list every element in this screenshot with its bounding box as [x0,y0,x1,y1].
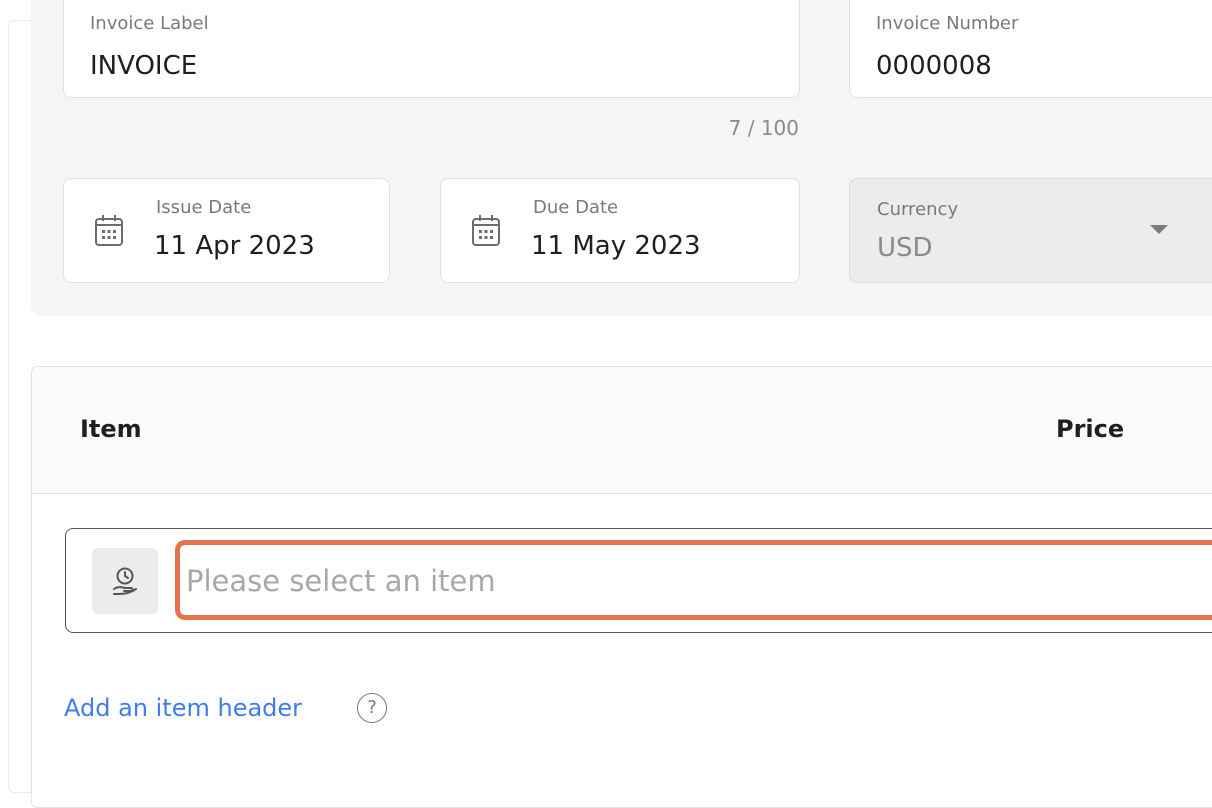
invoice-number-field[interactable]: Invoice Number 0000008 [849,0,1212,98]
issue-date-value: 11 Apr 2023 [154,231,315,261]
column-header-price: Price [1056,415,1125,443]
invoice-number-caption: Invoice Number [876,13,1019,34]
issue-date-caption: Issue Date [156,197,252,218]
calendar-icon [472,215,500,246]
due-date-field[interactable]: Due Date 11 May 2023 [440,178,800,283]
due-date-value: 11 May 2023 [531,231,701,261]
item-hand-icon [113,567,137,596]
issue-date-field[interactable]: Issue Date 11 Apr 2023 [63,178,390,283]
currency-caption: Currency [877,199,959,220]
invoice-label-field[interactable]: Invoice Label INVOICE [63,0,800,98]
item-icon-button[interactable] [92,548,158,614]
currency-select[interactable]: Currency USD [849,178,1212,283]
column-header-item: Item [80,415,142,443]
chevron-down-icon[interactable] [1150,225,1168,234]
items-table-header: Item Price [32,367,1212,494]
due-date-caption: Due Date [533,197,619,218]
invoice-label-value: INVOICE [90,51,198,81]
add-item-header-link[interactable]: Add an item header [64,694,302,722]
invoice-label-counter: 7 / 100 [728,116,799,140]
calendar-icon [95,215,123,246]
help-icon[interactable]: ? [357,693,387,723]
item-select-highlight[interactable] [175,540,1212,620]
invoice-number-value: 0000008 [876,51,992,81]
invoice-label-caption: Invoice Label [90,13,209,34]
currency-value: USD [877,233,933,263]
item-select-input[interactable] [184,555,1188,607]
